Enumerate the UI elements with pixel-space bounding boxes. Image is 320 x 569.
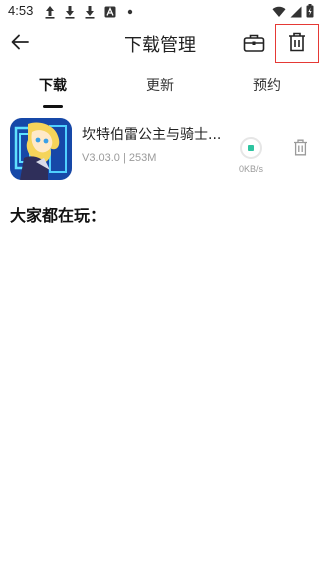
battery-icon [306, 3, 314, 22]
trash-button[interactable] [275, 24, 319, 63]
notification-icons [40, 4, 140, 20]
download-list-item[interactable]: 坎特伯雷公主与骑士... V3.03.0 | 253M 0KB/s [0, 112, 320, 184]
tab-update[interactable]: 更新 [120, 70, 200, 110]
tab-reserve[interactable]: 预约 [227, 70, 307, 110]
download-icon [60, 4, 80, 20]
tab-indicator [43, 105, 63, 108]
trash-icon [288, 32, 306, 56]
package-button[interactable] [240, 31, 268, 59]
game-meta: V3.03.0 | 253M [82, 152, 157, 164]
status-bar: 4:53 [0, 0, 320, 24]
signal-icon [290, 3, 302, 22]
upload-icon [40, 4, 60, 20]
pause-icon [248, 145, 254, 151]
game-icon [10, 118, 72, 180]
dot-icon [120, 4, 140, 20]
back-arrow-icon [10, 32, 30, 56]
tab-bar: 下载 更新 预约 [0, 70, 320, 110]
section-title: 大家都在玩： [10, 206, 107, 225]
status-time: 4:53 [8, 3, 34, 18]
font-icon [100, 4, 120, 20]
wifi-icon [272, 3, 286, 22]
app-bar: 下载管理 [0, 24, 320, 64]
package-icon [243, 33, 265, 57]
download-speed: 0KB/s [238, 164, 263, 174]
system-icons [272, 3, 314, 22]
game-name: 坎特伯雷公主与骑士... [82, 127, 222, 143]
trash-icon [293, 139, 308, 160]
page-title: 下载管理 [124, 35, 196, 56]
back-button[interactable] [6, 30, 34, 58]
download-progress-button[interactable] [239, 136, 263, 160]
delete-download-button[interactable] [289, 138, 311, 160]
tab-download[interactable]: 下载 [13, 70, 93, 110]
download-icon [80, 4, 100, 20]
